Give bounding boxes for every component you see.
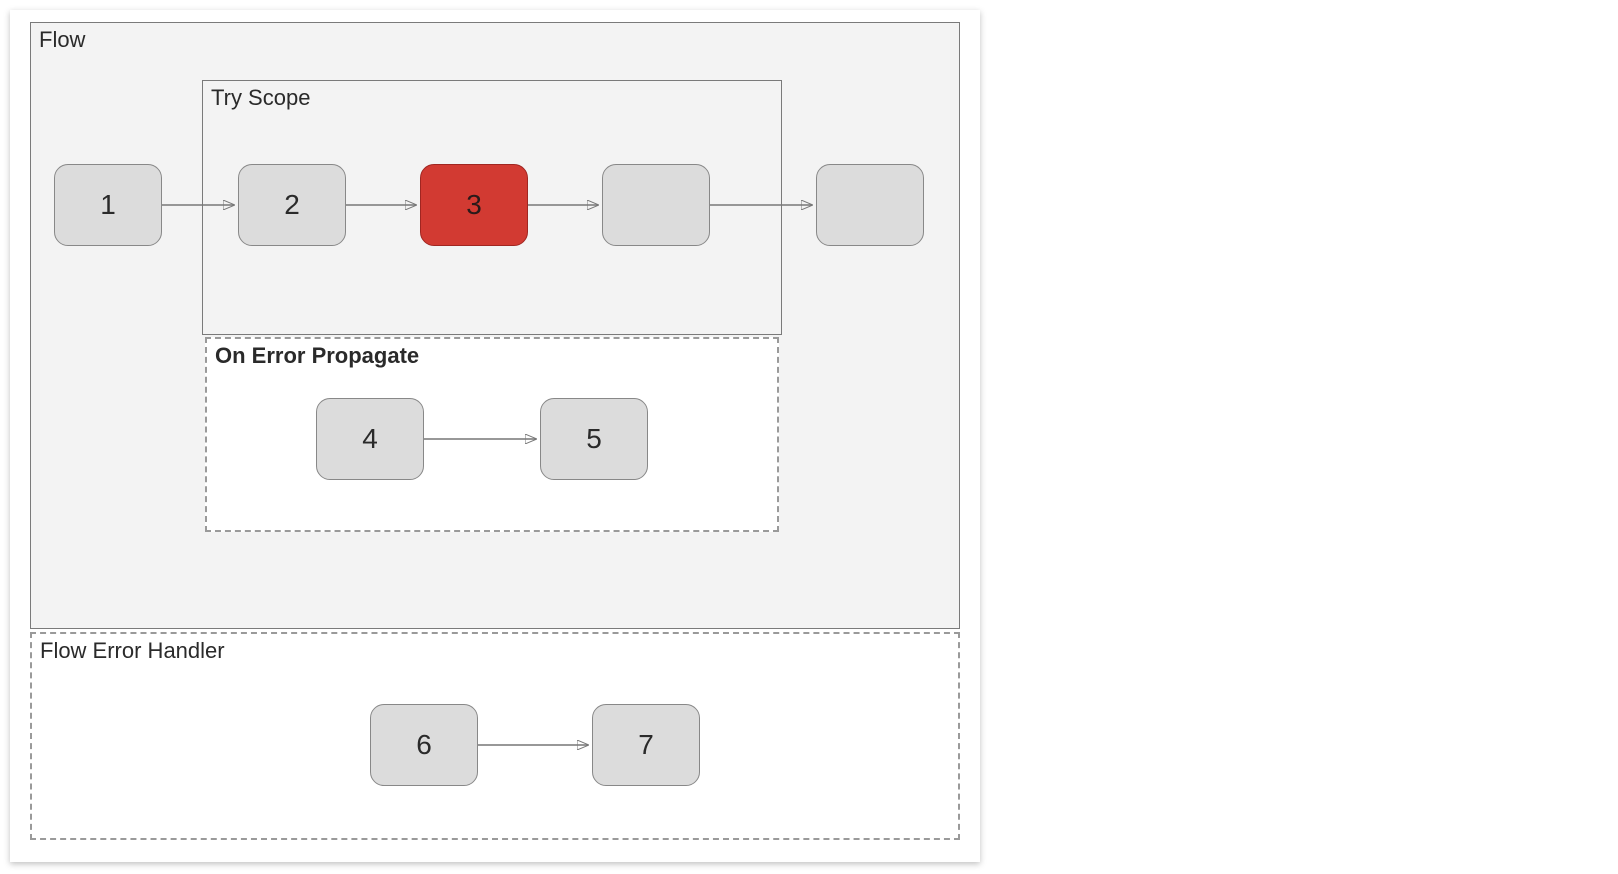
- node-5-empty: [816, 164, 924, 246]
- node-9: 7: [592, 704, 700, 786]
- flow-error-handler-label: Flow Error Handler: [40, 638, 225, 664]
- node-3-label: 3: [466, 189, 482, 221]
- node-7: 5: [540, 398, 648, 480]
- node-4-empty: [602, 164, 710, 246]
- try-scope-label: Try Scope: [211, 85, 310, 111]
- node-6: 4: [316, 398, 424, 480]
- diagram-canvas: Flow Try Scope On Error Propagate Flow E…: [10, 10, 980, 862]
- on-error-propagate-label: On Error Propagate: [215, 343, 419, 369]
- node-2: 2: [238, 164, 346, 246]
- flow-error-handler-container: Flow Error Handler: [30, 632, 960, 840]
- node-6-label: 4: [362, 423, 378, 455]
- node-1-label: 1: [100, 189, 116, 221]
- on-error-propagate-container: On Error Propagate: [205, 337, 779, 532]
- node-1: 1: [54, 164, 162, 246]
- node-8: 6: [370, 704, 478, 786]
- node-3-error: 3: [420, 164, 528, 246]
- node-7-label: 5: [586, 423, 602, 455]
- node-2-label: 2: [284, 189, 300, 221]
- node-8-label: 6: [416, 729, 432, 761]
- node-9-label: 7: [638, 729, 654, 761]
- flow-label: Flow: [39, 27, 85, 53]
